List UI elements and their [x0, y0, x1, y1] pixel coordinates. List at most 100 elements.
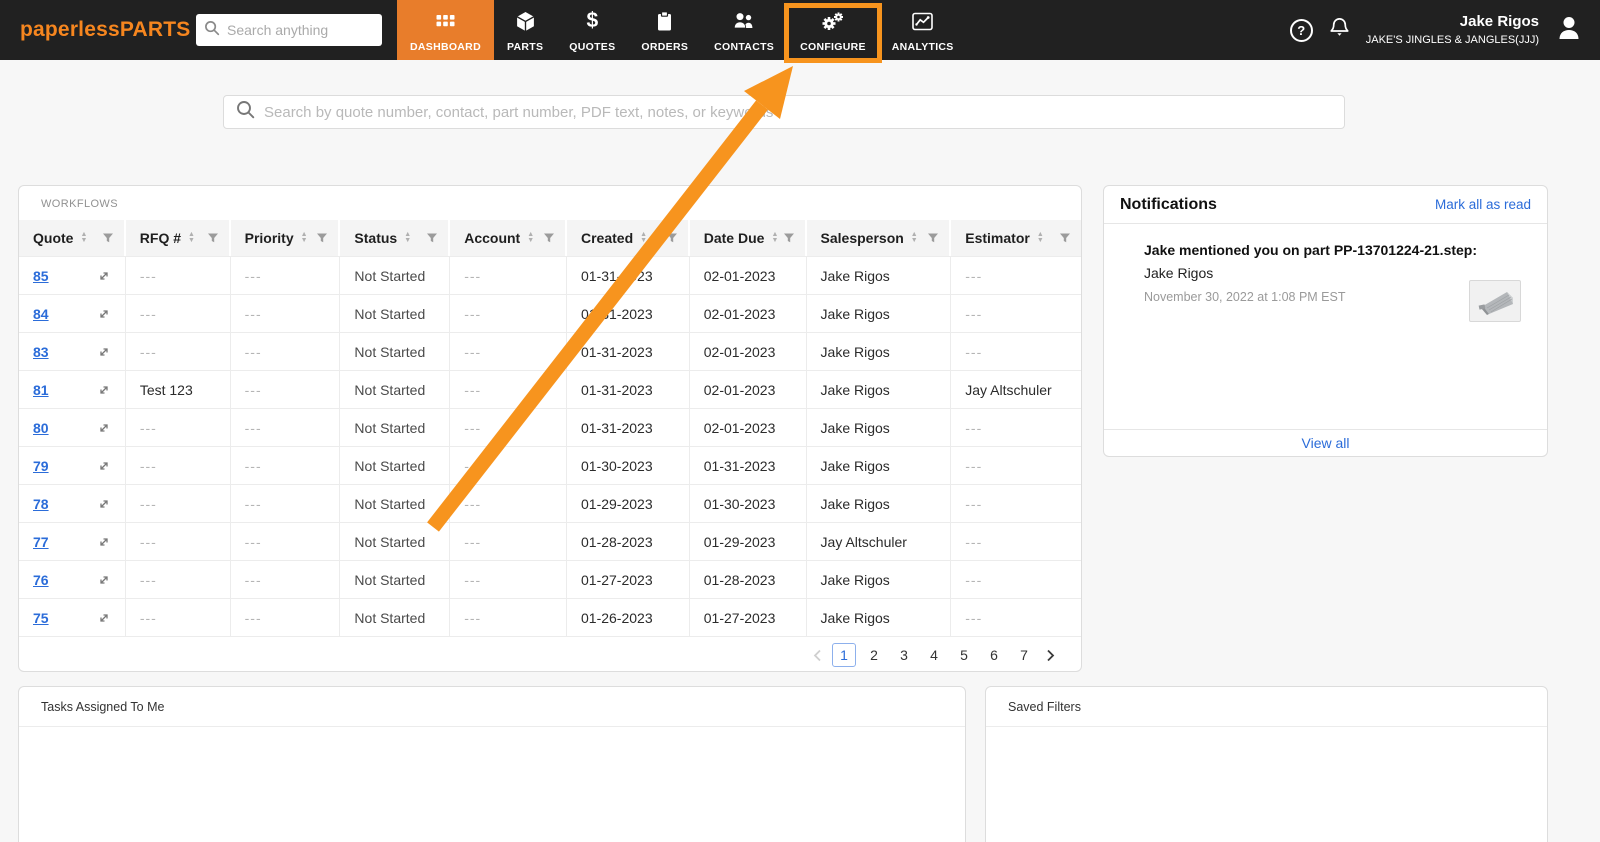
expand-icon[interactable]: [97, 573, 111, 587]
created-cell: 01-31-2023: [567, 257, 690, 294]
expand-icon[interactable]: [97, 383, 111, 397]
pagination-page-3[interactable]: 3: [892, 644, 916, 666]
filter-funnel-icon[interactable]: [316, 232, 328, 244]
filter-funnel-icon[interactable]: [927, 232, 939, 244]
filter-funnel-icon[interactable]: [783, 232, 795, 244]
nav-tab-parts-label: PARTS: [506, 41, 544, 53]
filter-funnel-icon[interactable]: [426, 232, 438, 244]
nav-tab-contacts[interactable]: CONTACTS: [701, 0, 787, 60]
pagination-next-icon[interactable]: [1042, 649, 1059, 662]
sort-icon[interactable]: ▲ ▼: [771, 231, 778, 244]
sort-icon[interactable]: ▲ ▼: [404, 231, 411, 244]
global-search-input[interactable]: [264, 103, 1332, 121]
quote-link[interactable]: 80: [33, 420, 49, 436]
expand-icon[interactable]: [97, 345, 111, 359]
quote-cell: 83: [19, 333, 126, 370]
expand-icon[interactable]: [97, 307, 111, 321]
quote-link[interactable]: 85: [33, 268, 49, 284]
filter-funnel-icon[interactable]: [1059, 232, 1071, 244]
quote-link[interactable]: 83: [33, 344, 49, 360]
column-header-quote[interactable]: Quote ▲ ▼: [19, 220, 126, 256]
nav-tab-quotes[interactable]: $ QUOTES: [556, 0, 628, 60]
bell-icon[interactable]: [1328, 16, 1351, 44]
rfq-cell: ---: [126, 523, 231, 560]
expand-icon[interactable]: [97, 459, 111, 473]
quote-link[interactable]: 78: [33, 496, 49, 512]
status-cell: Not Started: [340, 371, 451, 408]
column-label: Salesperson: [820, 230, 904, 246]
sort-icon[interactable]: ▲ ▼: [188, 231, 195, 244]
brand-logo[interactable]: paperlessPARTS: [20, 0, 224, 60]
avatar-icon[interactable]: [1554, 13, 1584, 48]
status-cell: Not Started: [340, 295, 451, 332]
filter-funnel-icon[interactable]: [102, 232, 114, 244]
sort-icon[interactable]: ▲ ▼: [911, 231, 918, 244]
expand-icon[interactable]: [97, 611, 111, 625]
filter-funnel-icon[interactable]: [207, 232, 219, 244]
column-header-estimator[interactable]: Estimator ▲ ▼: [951, 220, 1081, 256]
quote-link[interactable]: 76: [33, 572, 49, 588]
logo-parts: PARTS: [119, 18, 191, 41]
quote-link[interactable]: 77: [33, 534, 49, 550]
brand-logo-text: paperlessPARTS: [20, 18, 190, 42]
column-label: RFQ #: [139, 230, 182, 246]
created-cell: 01-27-2023: [567, 561, 690, 598]
sort-icon[interactable]: ▲ ▼: [80, 231, 87, 244]
column-label: Priority: [244, 230, 294, 246]
expand-icon[interactable]: [97, 497, 111, 511]
quote-link[interactable]: 79: [33, 458, 49, 474]
pagination-page-4[interactable]: 4: [922, 644, 946, 666]
nav-tab-orders[interactable]: ORDERS: [628, 0, 701, 60]
part-thumbnail-image[interactable]: [1469, 280, 1521, 322]
estimator-cell: ---: [965, 533, 983, 550]
pagination-prev-icon[interactable]: [809, 649, 826, 662]
sort-icon[interactable]: ▲ ▼: [301, 231, 308, 244]
created-cell: 01-31-2023: [567, 295, 690, 332]
column-header-priority[interactable]: Priority ▲ ▼: [230, 220, 341, 256]
sort-icon[interactable]: ▲ ▼: [640, 231, 647, 244]
nav-tab-dashboard[interactable]: DASHBOARD: [397, 0, 494, 60]
filter-funnel-icon[interactable]: [543, 232, 555, 244]
filter-funnel-icon[interactable]: [666, 232, 678, 244]
quote-link[interactable]: 81: [33, 382, 49, 398]
nav-tab-analytics[interactable]: ANALYTICS: [879, 0, 967, 60]
sort-icon[interactable]: ▲ ▼: [1037, 231, 1044, 244]
expand-icon[interactable]: [97, 421, 111, 435]
nav-search-input[interactable]: [227, 22, 374, 38]
pagination-page-5[interactable]: 5: [952, 644, 976, 666]
sort-icon[interactable]: ▲ ▼: [527, 231, 534, 244]
column-header-date-due[interactable]: Date Due ▲ ▼: [689, 220, 807, 256]
quote-link[interactable]: 75: [33, 610, 49, 626]
view-all-link[interactable]: View all: [1302, 435, 1350, 451]
priority-cell: ---: [231, 371, 341, 408]
pagination-page-6[interactable]: 6: [982, 644, 1006, 666]
rfq-cell: ---: [126, 561, 231, 598]
column-header-account[interactable]: Account ▲ ▼: [450, 220, 567, 256]
pagination-page-7[interactable]: 7: [1012, 644, 1036, 666]
quote-link[interactable]: 84: [33, 306, 49, 322]
column-header-rfq[interactable]: RFQ # ▲ ▼: [125, 220, 231, 256]
mark-all-as-read-link[interactable]: Mark all as read: [1435, 197, 1531, 212]
user-block[interactable]: Jake Rigos JAKE'S JINGLES & JANGLES(JJJ): [1366, 12, 1539, 47]
column-header-salesperson[interactable]: Salesperson ▲ ▼: [806, 220, 952, 256]
pagination-page-2[interactable]: 2: [862, 644, 886, 666]
pagination-page-1[interactable]: 1: [832, 643, 856, 667]
status-cell: Not Started: [340, 257, 451, 294]
notification-item[interactable]: Jake mentioned you on part PP-13701224-2…: [1104, 224, 1547, 429]
table-row: 80 --- --- Not Started --- 01-31-2023 02-01-20…: [19, 408, 1081, 446]
expand-icon[interactable]: [97, 269, 111, 283]
people-icon: [732, 9, 756, 33]
help-icon[interactable]: ?: [1289, 18, 1313, 42]
column-header-created[interactable]: Created ▲ ▼: [566, 220, 690, 256]
nav-tab-configure[interactable]: CONFIGURE: [784, 0, 882, 63]
quote-cell: 76: [19, 561, 126, 598]
gears-icon: [821, 9, 844, 33]
table-row: 81 Test 123 --- Not Started --- 01-31-2023 02-…: [19, 370, 1081, 408]
rfq-cell: ---: [126, 295, 231, 332]
expand-icon[interactable]: [97, 535, 111, 549]
rfq-cell: ---: [126, 257, 231, 294]
quote-cell: 75: [19, 599, 126, 636]
nav-tab-parts[interactable]: PARTS: [494, 0, 556, 60]
column-header-status[interactable]: Status ▲ ▼: [340, 220, 451, 256]
quote-cell: 85: [19, 257, 126, 294]
